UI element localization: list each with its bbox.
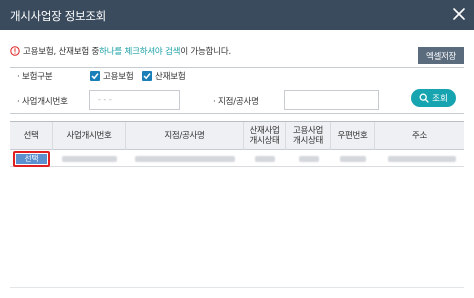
window-title: 개시사업장 정보조회 xyxy=(10,9,106,23)
check-icon xyxy=(91,73,99,80)
notice-highlight: 하나를 체크하셔야 검색 xyxy=(99,47,181,57)
table-row[interactable] xyxy=(10,150,464,167)
notice-text: 고용보험, 산재보험 중 xyxy=(23,47,100,57)
search-icon xyxy=(419,93,429,103)
header-business-no: 사업개시번호 xyxy=(53,122,126,150)
table-cell xyxy=(135,156,235,162)
title-bar: 개시사업장 정보조회 xyxy=(0,0,474,30)
search-label: 조회 xyxy=(432,94,448,104)
header-address: 주소 xyxy=(411,131,428,141)
employment-label: 고용보험 xyxy=(103,72,134,82)
table-header: 선택 사업개시번호 지점/공사명 산재사업 개시상태 고용사업 개시상태 우편번호 … xyxy=(10,121,464,150)
branch-input[interactable] xyxy=(284,90,379,110)
industrial-label: 산재보험 xyxy=(155,72,186,82)
table-cell xyxy=(62,156,117,162)
warning-icon xyxy=(10,46,20,56)
business-no-label: · 사업개시번호 xyxy=(17,97,68,107)
header-branch: 지점/공사명 xyxy=(126,122,244,150)
branch-label: · 지점/공사명 xyxy=(213,97,259,107)
table-cell xyxy=(388,156,456,162)
check-icon xyxy=(143,73,151,80)
divider xyxy=(10,67,464,68)
business-no-input[interactable]: - - - xyxy=(89,90,180,110)
header-employment-status: 고용사업 개시상태 xyxy=(286,122,331,150)
row-select-button[interactable]: 선택 xyxy=(13,151,50,167)
search-button[interactable]: 조회 xyxy=(411,89,456,107)
row-select-label: 선택 xyxy=(16,154,47,164)
insurance-type-label: · 보험구분 xyxy=(17,72,53,82)
header-select: 선택 xyxy=(10,122,53,150)
industrial-checkbox[interactable] xyxy=(142,71,152,81)
table-cell xyxy=(255,156,275,162)
notice-text-end: 이 가능합니다. xyxy=(180,47,232,57)
header-postal: 우편번호 xyxy=(331,122,375,150)
header-industrial-status: 산재사업 개시상태 xyxy=(244,122,286,150)
divider xyxy=(10,287,464,288)
employment-checkbox[interactable] xyxy=(90,71,100,81)
close-icon[interactable] xyxy=(452,7,466,21)
excel-save-button[interactable]: 엑셀저장 xyxy=(418,47,464,64)
search-notice: 고용보험, 산재보험 중 하나를 체크하셔야 검색 이 가능합니다. xyxy=(10,44,231,58)
table-cell xyxy=(299,156,319,162)
table-cell xyxy=(340,156,366,162)
divider xyxy=(10,113,464,114)
